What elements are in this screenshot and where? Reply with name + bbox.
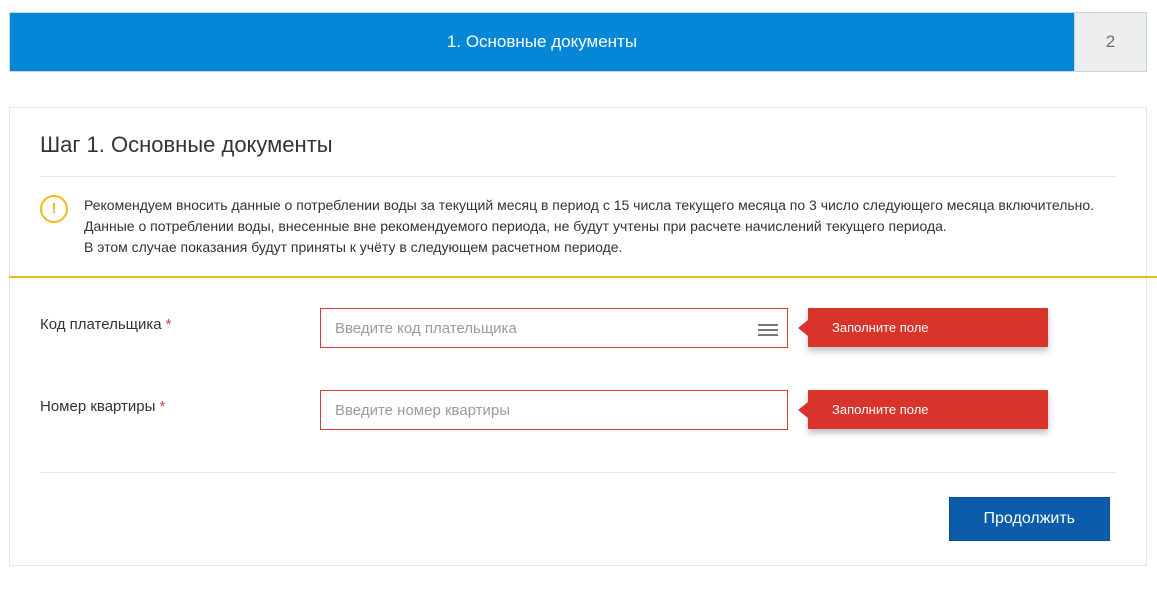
label-payer-code: Код плательщика* (40, 308, 320, 333)
continue-button[interactable]: Продолжить (949, 497, 1110, 541)
label-apartment: Номер квартиры* (40, 390, 320, 415)
input-wrap-apartment (320, 390, 788, 430)
form-area: Код плательщика* Заполните поле Номер кв… (10, 278, 1146, 430)
row-payer-code: Код плательщика* Заполните поле (40, 308, 1116, 348)
actions-bar: Продолжить (10, 497, 1146, 541)
input-wrap-payer-code (320, 308, 788, 348)
error-payer-code: Заполните поле (808, 308, 1048, 347)
notice-line-2: Данные о потреблении воды, внесенные вне… (84, 216, 1094, 237)
notice-line-1: Рекомендуем вносить данные о потреблении… (84, 195, 1094, 216)
notice-text: Рекомендуем вносить данные о потреблении… (84, 195, 1094, 258)
divider (40, 472, 1116, 473)
label-apartment-text: Номер квартиры (40, 398, 155, 415)
required-mark: * (166, 316, 172, 333)
row-apartment: Номер квартиры* Заполните поле (40, 390, 1116, 430)
warning-icon: ! (40, 195, 68, 223)
apartment-input[interactable] (320, 390, 788, 430)
menu-icon[interactable] (758, 321, 778, 335)
required-mark: * (159, 398, 165, 415)
wizard-tabs: 1. Основные документы 2 (9, 12, 1147, 72)
payer-code-input[interactable] (320, 308, 788, 348)
notice-line-3: В этом случае показания будут приняты к … (84, 237, 1094, 258)
tab-step-2[interactable]: 2 (1075, 12, 1147, 72)
error-apartment: Заполните поле (808, 390, 1048, 429)
label-payer-code-text: Код плательщика (40, 316, 162, 333)
tab-step-1[interactable]: 1. Основные документы (9, 12, 1075, 72)
page-title: Шаг 1. Основные документы (10, 108, 1146, 176)
form-card: Шаг 1. Основные документы ! Рекомендуем … (9, 107, 1147, 566)
notice-banner: ! Рекомендуем вносить данные о потреблен… (10, 177, 1146, 276)
